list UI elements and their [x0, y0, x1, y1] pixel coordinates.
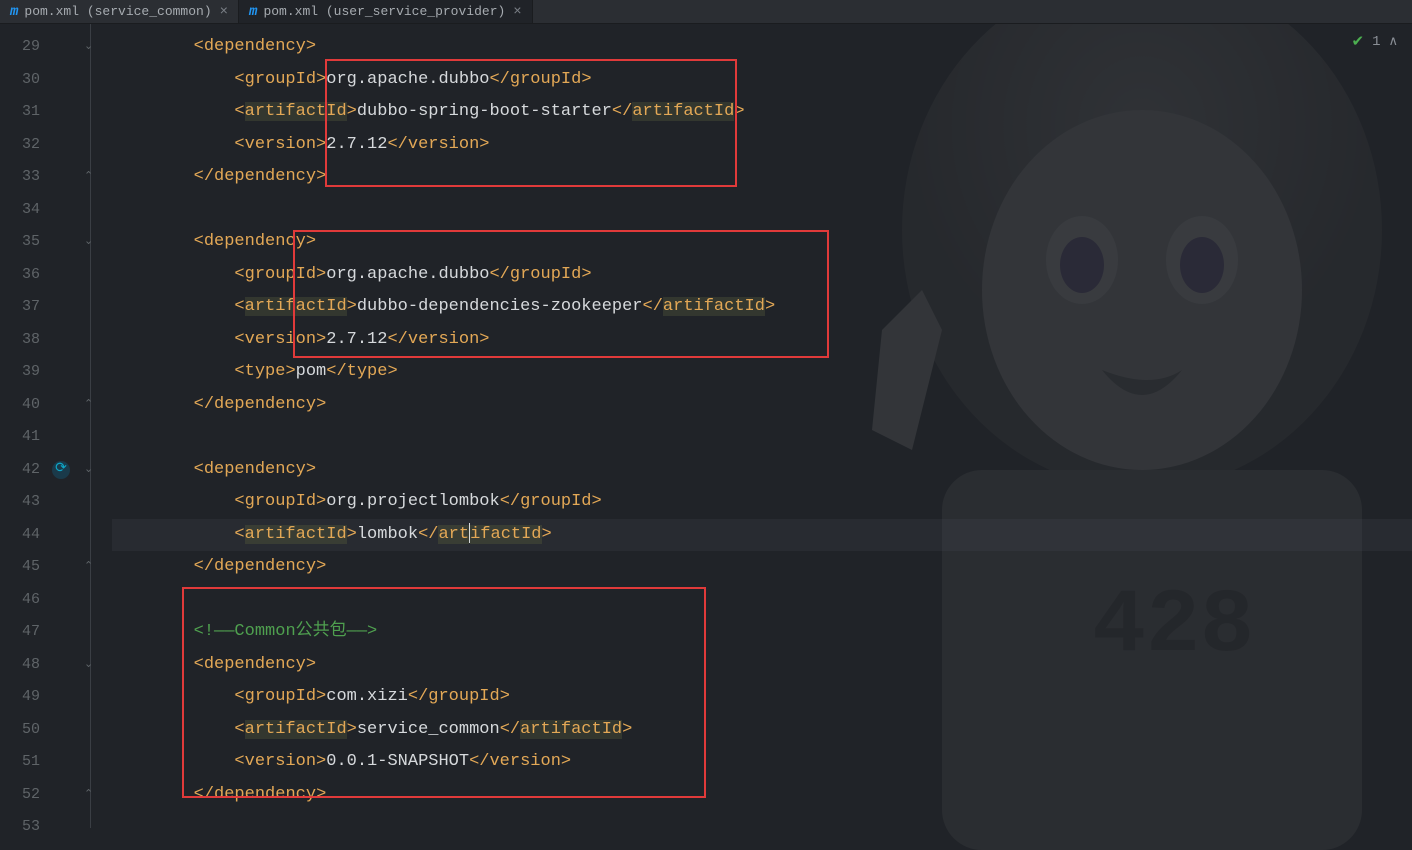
line-number: 34 [0, 194, 40, 227]
line-number: 49 [0, 681, 40, 714]
code-line[interactable]: <type>pom</type> [112, 356, 1412, 389]
editor-tabs: m pom.xml (service_common) × m pom.xml (… [0, 0, 1412, 24]
code-line[interactable]: <artifactId>dubbo-dependencies-zookeeper… [112, 291, 1412, 324]
code-line[interactable]: <artifactId>dubbo-spring-boot-starter</a… [112, 96, 1412, 129]
line-number: 46 [0, 584, 40, 617]
line-number: 29 [0, 31, 40, 64]
code-line[interactable]: </dependency> [112, 161, 1412, 194]
line-number: 51 [0, 746, 40, 779]
fold-open-icon[interactable]: ⌄ [84, 236, 96, 248]
maven-icon: m [10, 4, 18, 20]
line-number: 37 [0, 291, 40, 324]
tab-pom-user-service-provider[interactable]: m pom.xml (user_service_provider) × [239, 0, 533, 23]
code-area[interactable]: <dependency> <groupId>org.apache.dubbo</… [112, 24, 1412, 828]
line-number: 35 [0, 226, 40, 259]
code-line[interactable] [112, 584, 1412, 617]
code-line[interactable]: <dependency> [112, 31, 1412, 64]
code-line[interactable]: <dependency> [112, 454, 1412, 487]
close-icon[interactable]: × [513, 4, 521, 20]
code-line[interactable]: <groupId>org.apache.dubbo</groupId> [112, 64, 1412, 97]
line-number: 50 [0, 714, 40, 747]
code-line[interactable] [112, 811, 1412, 844]
line-number: 39 [0, 356, 40, 389]
line-number: 32 [0, 129, 40, 162]
line-number: 52 [0, 779, 40, 812]
line-number: 30 [0, 64, 40, 97]
code-line[interactable]: <dependency> [112, 649, 1412, 682]
fold-close-icon[interactable]: ⌃ [84, 561, 96, 573]
code-line[interactable]: <!——Common公共包——> [112, 616, 1412, 649]
code-line[interactable]: <groupId>org.apache.dubbo</groupId> [112, 259, 1412, 292]
code-line[interactable]: </dependency> [112, 389, 1412, 422]
fold-close-icon[interactable]: ⌃ [84, 789, 96, 801]
fold-close-icon[interactable]: ⌃ [84, 399, 96, 411]
code-line[interactable]: <artifactId>service_common</artifactId> [112, 714, 1412, 747]
line-numbers-gutter: 2930313233343536373839404142434445464748… [0, 24, 50, 828]
code-line[interactable]: <dependency> [112, 226, 1412, 259]
line-number: 36 [0, 259, 40, 292]
gutter-annotation-icon[interactable]: ⟳ [52, 461, 70, 479]
check-icon: ✔ [1352, 32, 1365, 51]
line-number: 40 [0, 389, 40, 422]
tab-pom-service-common[interactable]: m pom.xml (service_common) × [0, 0, 239, 23]
tab-label: pom.xml (user_service_provider) [263, 4, 505, 19]
line-number: 33 [0, 161, 40, 194]
maven-icon: m [249, 4, 257, 20]
fold-open-icon[interactable]: ⌄ [84, 464, 96, 476]
line-number: 47 [0, 616, 40, 649]
code-line[interactable]: <groupId>org.projectlombok</groupId> [112, 486, 1412, 519]
close-icon[interactable]: × [220, 4, 228, 20]
code-editor[interactable]: 2930313233343536373839404142434445464748… [0, 24, 1412, 828]
inspection-widget[interactable]: ✔ 1 ∧ [1352, 32, 1399, 51]
code-line[interactable]: </dependency> [112, 779, 1412, 812]
line-number: 45 [0, 551, 40, 584]
line-number: 43 [0, 486, 40, 519]
line-number: 42 [0, 454, 40, 487]
code-line[interactable]: <artifactId>lombok</artifactId> [112, 519, 1412, 552]
line-number: 38 [0, 324, 40, 357]
code-line[interactable] [112, 194, 1412, 227]
tab-label: pom.xml (service_common) [24, 4, 211, 19]
fold-open-icon[interactable]: ⌄ [84, 659, 96, 671]
check-count: 1 [1372, 34, 1380, 50]
fold-open-icon[interactable]: ⌄ [84, 41, 96, 53]
code-line[interactable]: <version>2.7.12</version> [112, 129, 1412, 162]
code-line[interactable]: </dependency> [112, 551, 1412, 584]
code-line[interactable]: <version>0.0.1-SNAPSHOT</version> [112, 746, 1412, 779]
code-line[interactable]: <groupId>com.xizi</groupId> [112, 681, 1412, 714]
fold-close-icon[interactable]: ⌃ [84, 171, 96, 183]
line-number: 41 [0, 421, 40, 454]
line-number: 44 [0, 519, 40, 552]
chevron-up-icon[interactable]: ∧ [1388, 34, 1398, 49]
line-number: 48 [0, 649, 40, 682]
code-line[interactable] [112, 421, 1412, 454]
line-number: 31 [0, 96, 40, 129]
line-number: 53 [0, 811, 40, 844]
code-line[interactable]: <version>2.7.12</version> [112, 324, 1412, 357]
fold-column: ⌄ ⌃ ⌄ ⌃ ⌄ ⌃ ⌄ ⌃ ⟳ [50, 24, 112, 828]
